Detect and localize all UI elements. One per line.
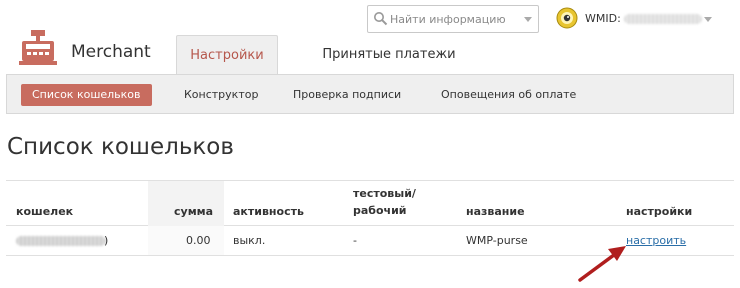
annotation-arrow-icon — [578, 246, 626, 282]
purse-suffix: ) — [104, 234, 109, 247]
search-box[interactable] — [367, 5, 539, 33]
chevron-down-icon[interactable] — [704, 17, 712, 22]
column-header-name: название — [466, 205, 525, 218]
wmid-label: WMID: — [585, 12, 621, 25]
account-menu[interactable]: WMID: — [554, 5, 734, 33]
cash-register-icon — [19, 30, 57, 65]
chevron-down-icon[interactable] — [524, 17, 532, 22]
column-header-purse: кошелек — [16, 205, 74, 218]
column-header-activity: активность — [233, 205, 304, 218]
brand-name: Merchant — [71, 42, 151, 62]
column-header-amount: сумма — [174, 205, 214, 218]
purse-number-redacted — [16, 236, 106, 246]
sub-navigation: Список кошельков Конструктор Проверка по… — [6, 74, 734, 114]
tab-settings[interactable]: Настройки — [176, 35, 278, 75]
column-header-mode-line1: тестовый/ — [353, 187, 416, 200]
cell-amount: 0.00 — [186, 234, 211, 247]
cell-activity: выкл. — [233, 234, 266, 247]
search-icon — [374, 12, 388, 26]
tab-accepted-payments[interactable]: Принятые платежи — [310, 35, 468, 75]
wmid-value-redacted — [624, 14, 702, 24]
subnav-constructor[interactable]: Конструктор — [184, 84, 258, 106]
subnav-purse-list[interactable]: Список кошельков — [21, 84, 152, 106]
keeper-avatar-icon — [556, 7, 578, 29]
column-header-settings: настройки — [626, 205, 693, 218]
search-input[interactable] — [390, 10, 516, 28]
page-title: Список кошельков — [7, 134, 234, 160]
subnav-payment-notifications[interactable]: Оповещения об оплате — [441, 84, 576, 106]
subnav-signature-check[interactable]: Проверка подписи — [293, 84, 401, 106]
cell-mode: - — [353, 234, 357, 247]
configure-link[interactable]: настроить — [626, 234, 686, 247]
table-header: кошелек сумма активность тестовый/ рабоч… — [6, 180, 734, 226]
cell-name: WMP-purse — [466, 234, 528, 247]
column-header-mode-line2: рабочий — [353, 204, 407, 217]
